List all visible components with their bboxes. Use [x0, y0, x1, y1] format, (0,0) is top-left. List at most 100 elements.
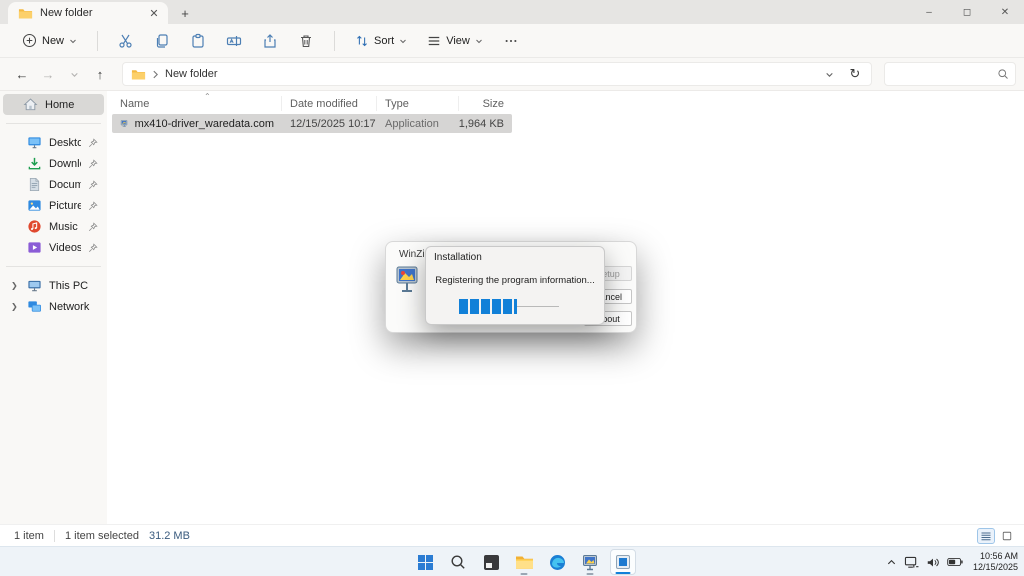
sidebar-item-label: This PC	[49, 280, 100, 292]
back-button[interactable]: ←	[10, 62, 34, 86]
paste-button[interactable]	[182, 29, 214, 53]
explorer-tab[interactable]: New folder ✕	[8, 2, 168, 24]
sidebar-item-downloads[interactable]: Downloads	[3, 153, 104, 174]
sidebar-item-videos[interactable]: Videos	[3, 237, 104, 258]
downloads-icon	[27, 156, 42, 171]
scissors-icon	[118, 33, 134, 49]
sidebar-item-label: Downloads	[49, 158, 81, 170]
column-header-name[interactable]: ⌃ Name	[112, 96, 282, 111]
sort-button[interactable]: Sort	[347, 29, 415, 53]
installation-message: Registering the program information...	[426, 275, 604, 286]
details-view-button[interactable]	[977, 528, 995, 544]
taskbar-clock[interactable]: 10:56 AM 12/15/2025	[970, 551, 1018, 574]
column-headers: ⌃ Name Date modified Type Size	[112, 93, 512, 114]
see-more-button[interactable]	[495, 29, 527, 53]
installer-window-button[interactable]	[610, 549, 636, 575]
sidebar-item-this-pc[interactable]: ❯ This PC	[3, 275, 104, 296]
view-button[interactable]: View	[419, 29, 491, 53]
sidebar-item-home[interactable]: Home	[3, 94, 104, 115]
network-icon	[27, 299, 42, 314]
edge-button[interactable]	[544, 549, 570, 575]
file-name: mx410-driver_waredata.com	[135, 118, 274, 130]
expand-chevron-icon[interactable]: ❯	[11, 302, 18, 311]
file-row-selected[interactable]: mx410-driver_waredata.com 12/15/2025 10:…	[112, 114, 512, 133]
search-box[interactable]	[884, 62, 1016, 86]
sort-ascending-icon: ⌃	[204, 92, 211, 101]
new-button[interactable]: New	[14, 28, 85, 53]
pin-icon	[88, 243, 98, 253]
file-type-cell: Application	[377, 118, 459, 130]
desktop-screen: New folder ✕ + – ◻ ✕ New	[0, 0, 1024, 576]
installation-progress-fill	[459, 299, 517, 314]
winzip-sfx-taskbar-button[interactable]	[577, 549, 603, 575]
home-icon	[23, 97, 38, 112]
sidebar-item-label: Network	[49, 301, 100, 313]
close-button[interactable]: ✕	[986, 0, 1024, 24]
volume-icon[interactable]	[926, 556, 940, 569]
column-header-type[interactable]: Type	[377, 96, 459, 111]
ellipsis-icon	[504, 34, 518, 48]
pin-icon	[88, 138, 98, 148]
running-indicator	[587, 573, 594, 575]
breadcrumb-folder[interactable]: New folder	[165, 68, 218, 80]
file-explorer-icon	[515, 554, 534, 571]
column-header-size[interactable]: Size	[459, 96, 512, 111]
running-indicator	[521, 573, 528, 575]
sidebar-item-label: Documents	[49, 179, 81, 191]
column-header-date-modified[interactable]: Date modified	[282, 96, 377, 111]
documents-icon	[27, 177, 42, 192]
search-input[interactable]	[891, 68, 997, 80]
chevron-down-icon	[475, 37, 483, 45]
rename-button[interactable]	[218, 29, 250, 53]
pin-icon	[88, 159, 98, 169]
sidebar-item-label: Music	[49, 221, 81, 233]
large-icons-view-button[interactable]	[998, 528, 1016, 544]
sidebar-item-label: Videos	[49, 242, 81, 254]
file-explorer-button[interactable]	[511, 549, 537, 575]
this-pc-icon	[27, 278, 42, 293]
sidebar-item-music[interactable]: Music	[3, 216, 104, 237]
file-date-cell: 12/15/2025 10:17 AM	[282, 118, 377, 130]
address-bar-row: ← → ↑ New folder ↻	[0, 58, 1024, 91]
refresh-button[interactable]: ↻	[843, 62, 867, 86]
selection-count: 1 item selected	[65, 530, 139, 542]
address-bar[interactable]: New folder ↻	[122, 62, 872, 86]
pictures-icon	[27, 198, 42, 213]
sidebar-item-network[interactable]: ❯ Network	[3, 296, 104, 317]
new-tab-button[interactable]: +	[176, 4, 194, 22]
taskbar-search-button[interactable]	[445, 549, 471, 575]
up-button[interactable]: ↑	[88, 62, 112, 86]
forward-button[interactable]: →	[36, 62, 60, 86]
hidden-icons-chevron-icon[interactable]	[886, 557, 897, 568]
breadcrumb: New folder	[131, 67, 811, 82]
chevron-down-icon	[825, 70, 834, 79]
battery-icon[interactable]	[947, 557, 963, 567]
network-tray-icon[interactable]	[904, 556, 919, 569]
system-tray: 10:56 AM 12/15/2025	[886, 547, 1018, 576]
minimize-button[interactable]: –	[910, 0, 948, 24]
address-dropdown-button[interactable]	[817, 62, 841, 86]
recent-locations-button[interactable]	[62, 62, 86, 86]
column-label: Size	[483, 98, 504, 110]
share-button[interactable]	[254, 29, 286, 53]
column-label: Type	[385, 98, 409, 110]
start-button[interactable]	[412, 549, 438, 575]
dark-app-button[interactable]	[478, 549, 504, 575]
expand-chevron-icon[interactable]: ❯	[11, 281, 18, 290]
rename-icon	[226, 33, 242, 49]
command-toolbar: New Sort View	[0, 24, 1024, 58]
installation-dialog[interactable]: Installation Registering the program inf…	[425, 246, 605, 325]
cut-button[interactable]	[110, 29, 142, 53]
delete-button[interactable]	[290, 29, 322, 53]
maximize-button[interactable]: ◻	[948, 0, 986, 24]
sidebar-item-pictures[interactable]: Pictures	[3, 195, 104, 216]
file-size-cell: 31,964 KB	[459, 118, 512, 130]
copy-button[interactable]	[146, 29, 178, 53]
sidebar-item-documents[interactable]: Documents	[3, 174, 104, 195]
tab-close-icon[interactable]: ✕	[146, 5, 162, 21]
start-icon	[417, 554, 434, 571]
new-button-label: New	[42, 35, 64, 47]
winzip-sfx-icon	[582, 554, 598, 571]
status-divider	[54, 530, 55, 542]
sidebar-item-desktop[interactable]: Desktop	[3, 132, 104, 153]
